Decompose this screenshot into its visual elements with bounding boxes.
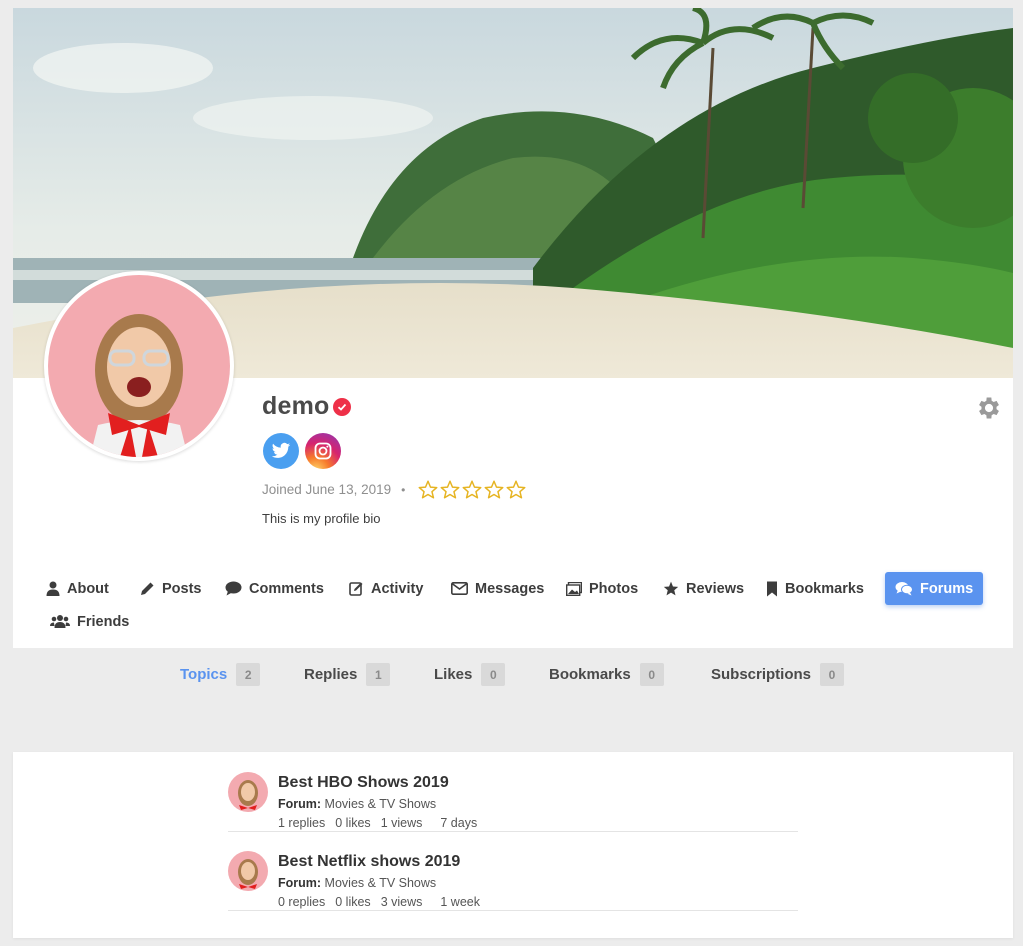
- star-outline-icon: [462, 480, 482, 499]
- tab-label: Bookmarks: [785, 580, 864, 597]
- profile-avatar[interactable]: [44, 271, 234, 461]
- rating-stars: [418, 480, 526, 499]
- tab-label: Friends: [77, 613, 130, 630]
- count-badge: 0: [820, 663, 845, 686]
- joined-date: Joined June 13, 2019: [262, 482, 392, 497]
- tab-label: Messages: [475, 580, 545, 597]
- topics-list: Best HBO Shows 2019 Forum: Movies & TV S…: [13, 752, 1013, 938]
- forum-label: Forum:: [278, 876, 322, 890]
- topic-stats: 1 replies 0 likes 1 views 7 days: [278, 816, 487, 830]
- likes-count: 0 likes: [335, 816, 371, 830]
- replies-count: 0 replies: [278, 895, 326, 909]
- tab-label: Activity: [371, 580, 424, 597]
- subtab-label: Subscriptions: [711, 666, 812, 683]
- star-outline-icon: [506, 480, 526, 499]
- tab-comments[interactable]: Comments: [215, 572, 334, 605]
- avatar[interactable]: [228, 851, 268, 891]
- topic-stats: 0 replies 0 likes 3 views 1 week: [278, 895, 490, 909]
- subtab-label: Topics: [180, 666, 228, 683]
- comment-icon: [225, 581, 242, 596]
- tab-label: Posts: [162, 580, 202, 597]
- tab-reviews[interactable]: Reviews: [653, 572, 754, 605]
- subtab-label: Bookmarks: [549, 666, 631, 683]
- forum-link[interactable]: Movies & TV Shows: [325, 797, 437, 811]
- pencil-icon: [140, 581, 155, 596]
- user-icon: [46, 581, 60, 596]
- tab-posts[interactable]: Posts: [130, 572, 212, 605]
- likes-count: 0 likes: [335, 895, 371, 909]
- list-item[interactable]: Best Netflix shows 2019 Forum: Movies & …: [228, 831, 798, 911]
- bookmark-icon: [766, 581, 778, 597]
- verified-badge-icon: [333, 397, 352, 416]
- tab-about[interactable]: About: [36, 572, 119, 605]
- gear-icon[interactable]: [975, 394, 1003, 427]
- topic-forum: Forum: Movies & TV Shows: [278, 876, 436, 890]
- count-badge: 1: [366, 663, 391, 686]
- views-count: 3 views: [380, 895, 423, 909]
- image-icon: [566, 581, 582, 596]
- edit-icon: [349, 581, 364, 596]
- tab-messages[interactable]: Messages: [441, 572, 554, 605]
- meta-separator: •: [401, 482, 406, 497]
- list-item[interactable]: Best HBO Shows 2019 Forum: Movies & TV S…: [228, 752, 798, 832]
- star-outline-icon: [440, 480, 460, 499]
- subtab-likes[interactable]: Likes 0: [434, 663, 506, 686]
- views-count: 1 views: [380, 816, 423, 830]
- tab-bookmarks[interactable]: Bookmarks: [756, 572, 874, 605]
- subtab-label: Likes: [434, 666, 473, 683]
- comments-icon: [895, 581, 913, 596]
- count-badge: 0: [639, 663, 664, 686]
- profile-card: demo Joined June 13, 2019 • This is my p…: [13, 8, 1013, 701]
- tab-label: Reviews: [686, 580, 745, 597]
- tab-activity[interactable]: Activity: [339, 572, 433, 605]
- topic-age: 7 days: [440, 816, 478, 830]
- twitter-icon[interactable]: [263, 433, 299, 469]
- avatar[interactable]: [228, 772, 268, 812]
- subtab-subscriptions[interactable]: Subscriptions 0: [711, 663, 845, 686]
- forum-link[interactable]: Movies & TV Shows: [325, 876, 437, 890]
- star-outline-icon: [418, 480, 438, 499]
- topic-age: 1 week: [440, 895, 480, 909]
- subtab-replies[interactable]: Replies 1: [304, 663, 391, 686]
- tab-friends[interactable]: Friends: [40, 605, 139, 638]
- star-icon: [663, 581, 679, 596]
- forum-label: Forum:: [278, 797, 322, 811]
- topic-forum: Forum: Movies & TV Shows: [278, 797, 436, 811]
- instagram-icon[interactable]: [305, 433, 341, 469]
- tab-label: Forums: [920, 580, 974, 597]
- tab-label: Comments: [249, 580, 324, 597]
- star-outline-icon: [484, 480, 504, 499]
- tab-forums[interactable]: Forums: [885, 572, 984, 605]
- tab-label: Photos: [589, 580, 639, 597]
- subtab-topics[interactable]: Topics 2: [180, 663, 261, 686]
- subtab-bookmarks[interactable]: Bookmarks 0: [549, 663, 664, 686]
- topic-title[interactable]: Best HBO Shows 2019: [278, 774, 449, 792]
- forum-subnav: Topics 2 Replies 1 Likes 0 Bookmarks 0 S…: [13, 648, 1013, 701]
- envelope-icon: [451, 582, 468, 595]
- tab-label: About: [67, 580, 109, 597]
- profile-username: demo: [262, 392, 330, 420]
- tab-photos[interactable]: Photos: [556, 572, 648, 605]
- count-badge: 0: [481, 663, 506, 686]
- replies-count: 1 replies: [278, 816, 326, 830]
- profile-bio: This is my profile bio: [262, 511, 381, 526]
- count-badge: 2: [236, 663, 261, 686]
- subtab-label: Replies: [304, 666, 358, 683]
- topic-title[interactable]: Best Netflix shows 2019: [278, 853, 460, 871]
- users-icon: [50, 614, 70, 629]
